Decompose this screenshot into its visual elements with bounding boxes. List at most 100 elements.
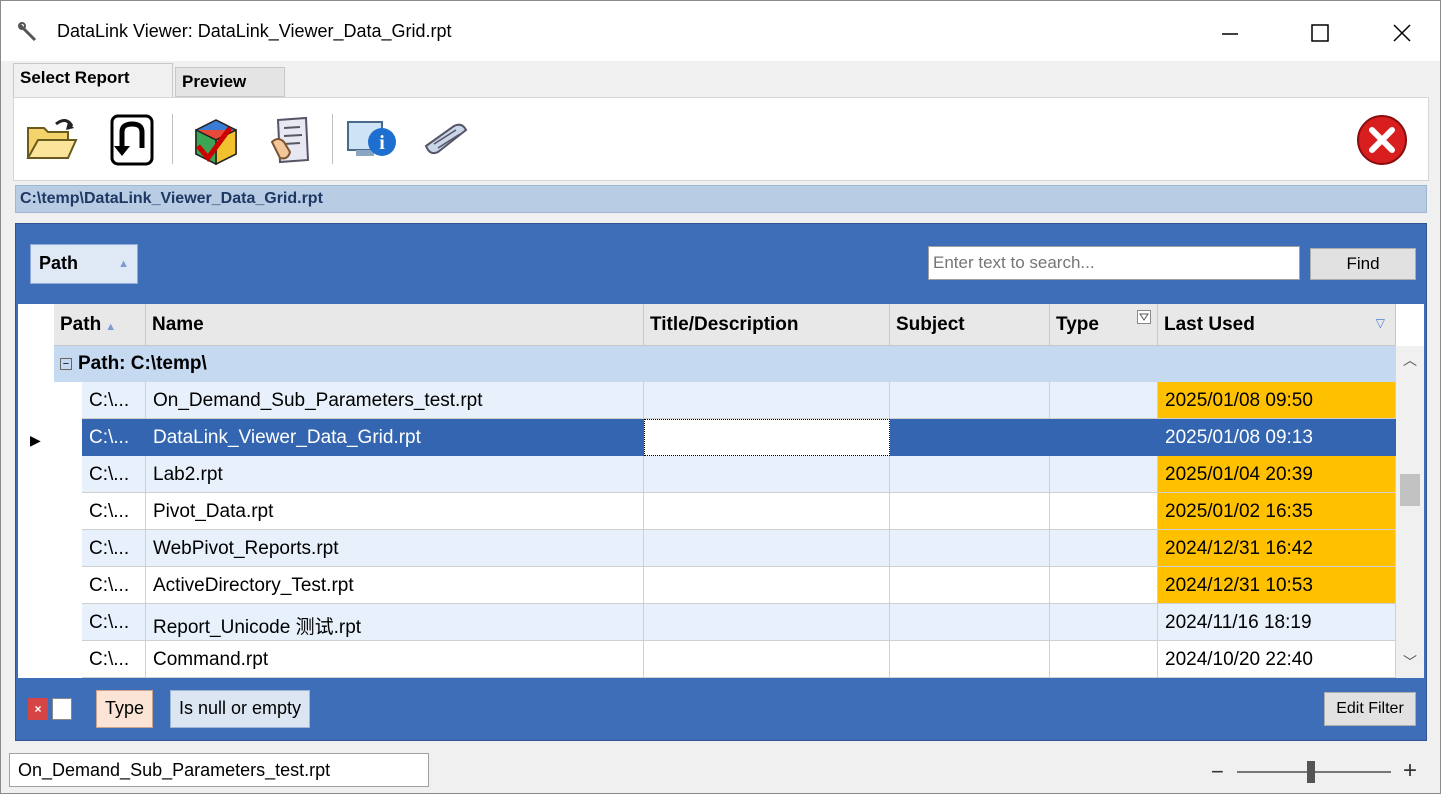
table-row[interactable]: C:\... Lab2.rpt 2025/01/04 20:39 xyxy=(82,456,1396,493)
toolbar-separator xyxy=(172,114,173,164)
close-window-button[interactable] xyxy=(1379,13,1425,53)
group-by-label: Path xyxy=(39,253,79,273)
cell-name: Lab2.rpt xyxy=(146,456,644,493)
edit-filter-button[interactable]: Edit Filter xyxy=(1324,692,1416,726)
title-bar: DataLink Viewer: DataLink_Viewer_Data_Gr… xyxy=(1,1,1440,61)
sort-ascending-icon: ▲ xyxy=(118,258,129,270)
minimize-button[interactable] xyxy=(1207,13,1253,53)
cell-subject xyxy=(890,493,1050,530)
status-bar-text: On_Demand_Sub_Parameters_test.rpt xyxy=(9,753,429,787)
cell-title-focused[interactable] xyxy=(644,419,890,456)
zoom-knob[interactable] xyxy=(1307,761,1315,783)
tab-preview[interactable]: Preview xyxy=(175,67,285,97)
cell-type xyxy=(1050,567,1158,604)
report-grid: Path ▲ Name Title/Description Subject Typ… xyxy=(18,304,1424,678)
group-row-path[interactable]: − Path: C:\temp\ xyxy=(54,346,1396,382)
maximize-icon xyxy=(1311,24,1329,42)
cell-type xyxy=(1050,456,1158,493)
cell-subject xyxy=(890,456,1050,493)
cell-last-used: 2024/10/20 22:40 xyxy=(1158,641,1396,678)
cell-title xyxy=(644,530,890,567)
cell-title xyxy=(644,641,890,678)
minimize-icon xyxy=(1222,33,1238,35)
column-header-title[interactable]: Title/Description xyxy=(644,304,890,346)
column-header-type[interactable]: Type xyxy=(1050,304,1158,346)
table-row[interactable]: C:\... ActiveDirectory_Test.rpt 2024/12/… xyxy=(82,567,1396,604)
cell-path: C:\... xyxy=(82,567,146,604)
cell-last-used: 2024/11/16 18:19 xyxy=(1158,604,1396,641)
filter-condition-token[interactable]: Is null or empty xyxy=(170,690,311,728)
scroll-thumb[interactable] xyxy=(1400,474,1420,506)
filter-field-token[interactable]: Type xyxy=(96,690,154,728)
cell-path: C:\... xyxy=(82,419,146,456)
filter-icon[interactable] xyxy=(1137,310,1151,324)
cell-subject xyxy=(890,604,1050,641)
cell-last-used: 2025/01/08 09:50 xyxy=(1158,382,1396,419)
cell-title xyxy=(644,604,890,641)
table-row[interactable]: C:\... Command.rpt 2024/10/20 22:40 xyxy=(82,641,1396,678)
scroll-down-icon[interactable]: ﹀ xyxy=(1403,652,1417,672)
table-row[interactable]: C:\... WebPivot_Reports.rpt 2024/12/31 1… xyxy=(82,530,1396,567)
cell-name: Command.rpt xyxy=(146,641,644,678)
cell-last-used: 2024/12/31 10:53 xyxy=(1158,567,1396,604)
enable-filter-checkbox[interactable] xyxy=(52,698,72,720)
column-header-last-used[interactable]: Last Used ▽ xyxy=(1158,304,1396,346)
toolbar: i xyxy=(13,97,1429,181)
cell-type xyxy=(1050,604,1158,641)
svg-text:i: i xyxy=(379,132,385,154)
row-indicator-column xyxy=(18,304,54,678)
collapse-icon[interactable]: − xyxy=(60,358,72,370)
find-button[interactable]: Find xyxy=(1310,248,1416,280)
cell-path: C:\... xyxy=(82,456,146,493)
window-title: DataLink Viewer: DataLink_Viewer_Data_Gr… xyxy=(57,21,452,41)
column-header-path[interactable]: Path ▲ xyxy=(54,304,146,346)
close-report-icon[interactable] xyxy=(1354,112,1410,168)
cell-name: ActiveDirectory_Test.rpt xyxy=(146,567,644,604)
maximize-button[interactable] xyxy=(1297,13,1343,53)
column-header-name[interactable]: Name xyxy=(146,304,644,346)
cell-path: C:\... xyxy=(82,530,146,567)
app-window: DataLink Viewer: DataLink_Viewer_Data_Gr… xyxy=(0,0,1441,794)
cell-last-used: 2024/12/31 16:42 xyxy=(1158,530,1396,567)
rubik-cube-icon[interactable] xyxy=(186,112,242,168)
cell-last-used: 2025/01/04 20:39 xyxy=(1158,456,1396,493)
scroll-icon[interactable] xyxy=(418,112,474,168)
cell-name: On_Demand_Sub_Parameters_test.rpt xyxy=(146,382,644,419)
group-by-chip[interactable]: Path ▲ xyxy=(30,244,138,284)
current-row-pointer-icon: ▶ xyxy=(30,432,41,448)
tab-select-report[interactable]: Select Report xyxy=(13,63,173,97)
vertical-scrollbar[interactable]: ︿ ﹀ xyxy=(1396,346,1424,678)
cell-type xyxy=(1050,493,1158,530)
clear-filter-icon[interactable]: × xyxy=(28,698,48,720)
zoom-slider[interactable]: − + xyxy=(1207,757,1427,787)
map-hand-icon[interactable] xyxy=(264,112,320,168)
table-row[interactable]: C:\... On_Demand_Sub_Parameters_test.rpt… xyxy=(82,382,1396,419)
cell-name: Report_Unicode 测试.rpt xyxy=(146,604,644,641)
zoom-out-icon[interactable]: − xyxy=(1211,759,1224,785)
cell-last-used: 2025/01/08 09:13 xyxy=(1158,419,1396,456)
cell-title xyxy=(644,567,890,604)
search-input[interactable] xyxy=(928,246,1300,280)
cell-name: Pivot_Data.rpt xyxy=(146,493,644,530)
zoom-in-icon[interactable]: + xyxy=(1403,757,1417,785)
cell-subject xyxy=(890,567,1050,604)
sort-descending-icon: ▽ xyxy=(1375,316,1385,330)
filter-bar: × Type Is null or empty Edit Filter xyxy=(16,678,1426,740)
scroll-up-icon[interactable]: ︿ xyxy=(1403,350,1417,370)
open-folder-icon[interactable] xyxy=(24,112,80,168)
column-header-subject[interactable]: Subject xyxy=(890,304,1050,346)
undo-icon[interactable] xyxy=(106,112,162,168)
cell-title xyxy=(644,493,890,530)
table-row[interactable]: C:\... Report_Unicode 测试.rpt 2024/11/16 … xyxy=(82,604,1396,641)
cell-subject xyxy=(890,530,1050,567)
cell-subject xyxy=(890,419,1050,456)
table-row-selected[interactable]: C:\... DataLink_Viewer_Data_Grid.rpt 202… xyxy=(82,419,1396,456)
info-computer-icon[interactable]: i xyxy=(344,112,400,168)
table-row[interactable]: C:\... Pivot_Data.rpt 2025/01/02 16:35 xyxy=(82,493,1396,530)
current-path-bar: C:\temp\DataLink_Viewer_Data_Grid.rpt xyxy=(15,185,1427,213)
cell-type xyxy=(1050,419,1158,456)
cell-title xyxy=(644,456,890,493)
toolbar-separator xyxy=(332,114,333,164)
cell-title xyxy=(644,382,890,419)
close-icon xyxy=(1393,24,1411,42)
